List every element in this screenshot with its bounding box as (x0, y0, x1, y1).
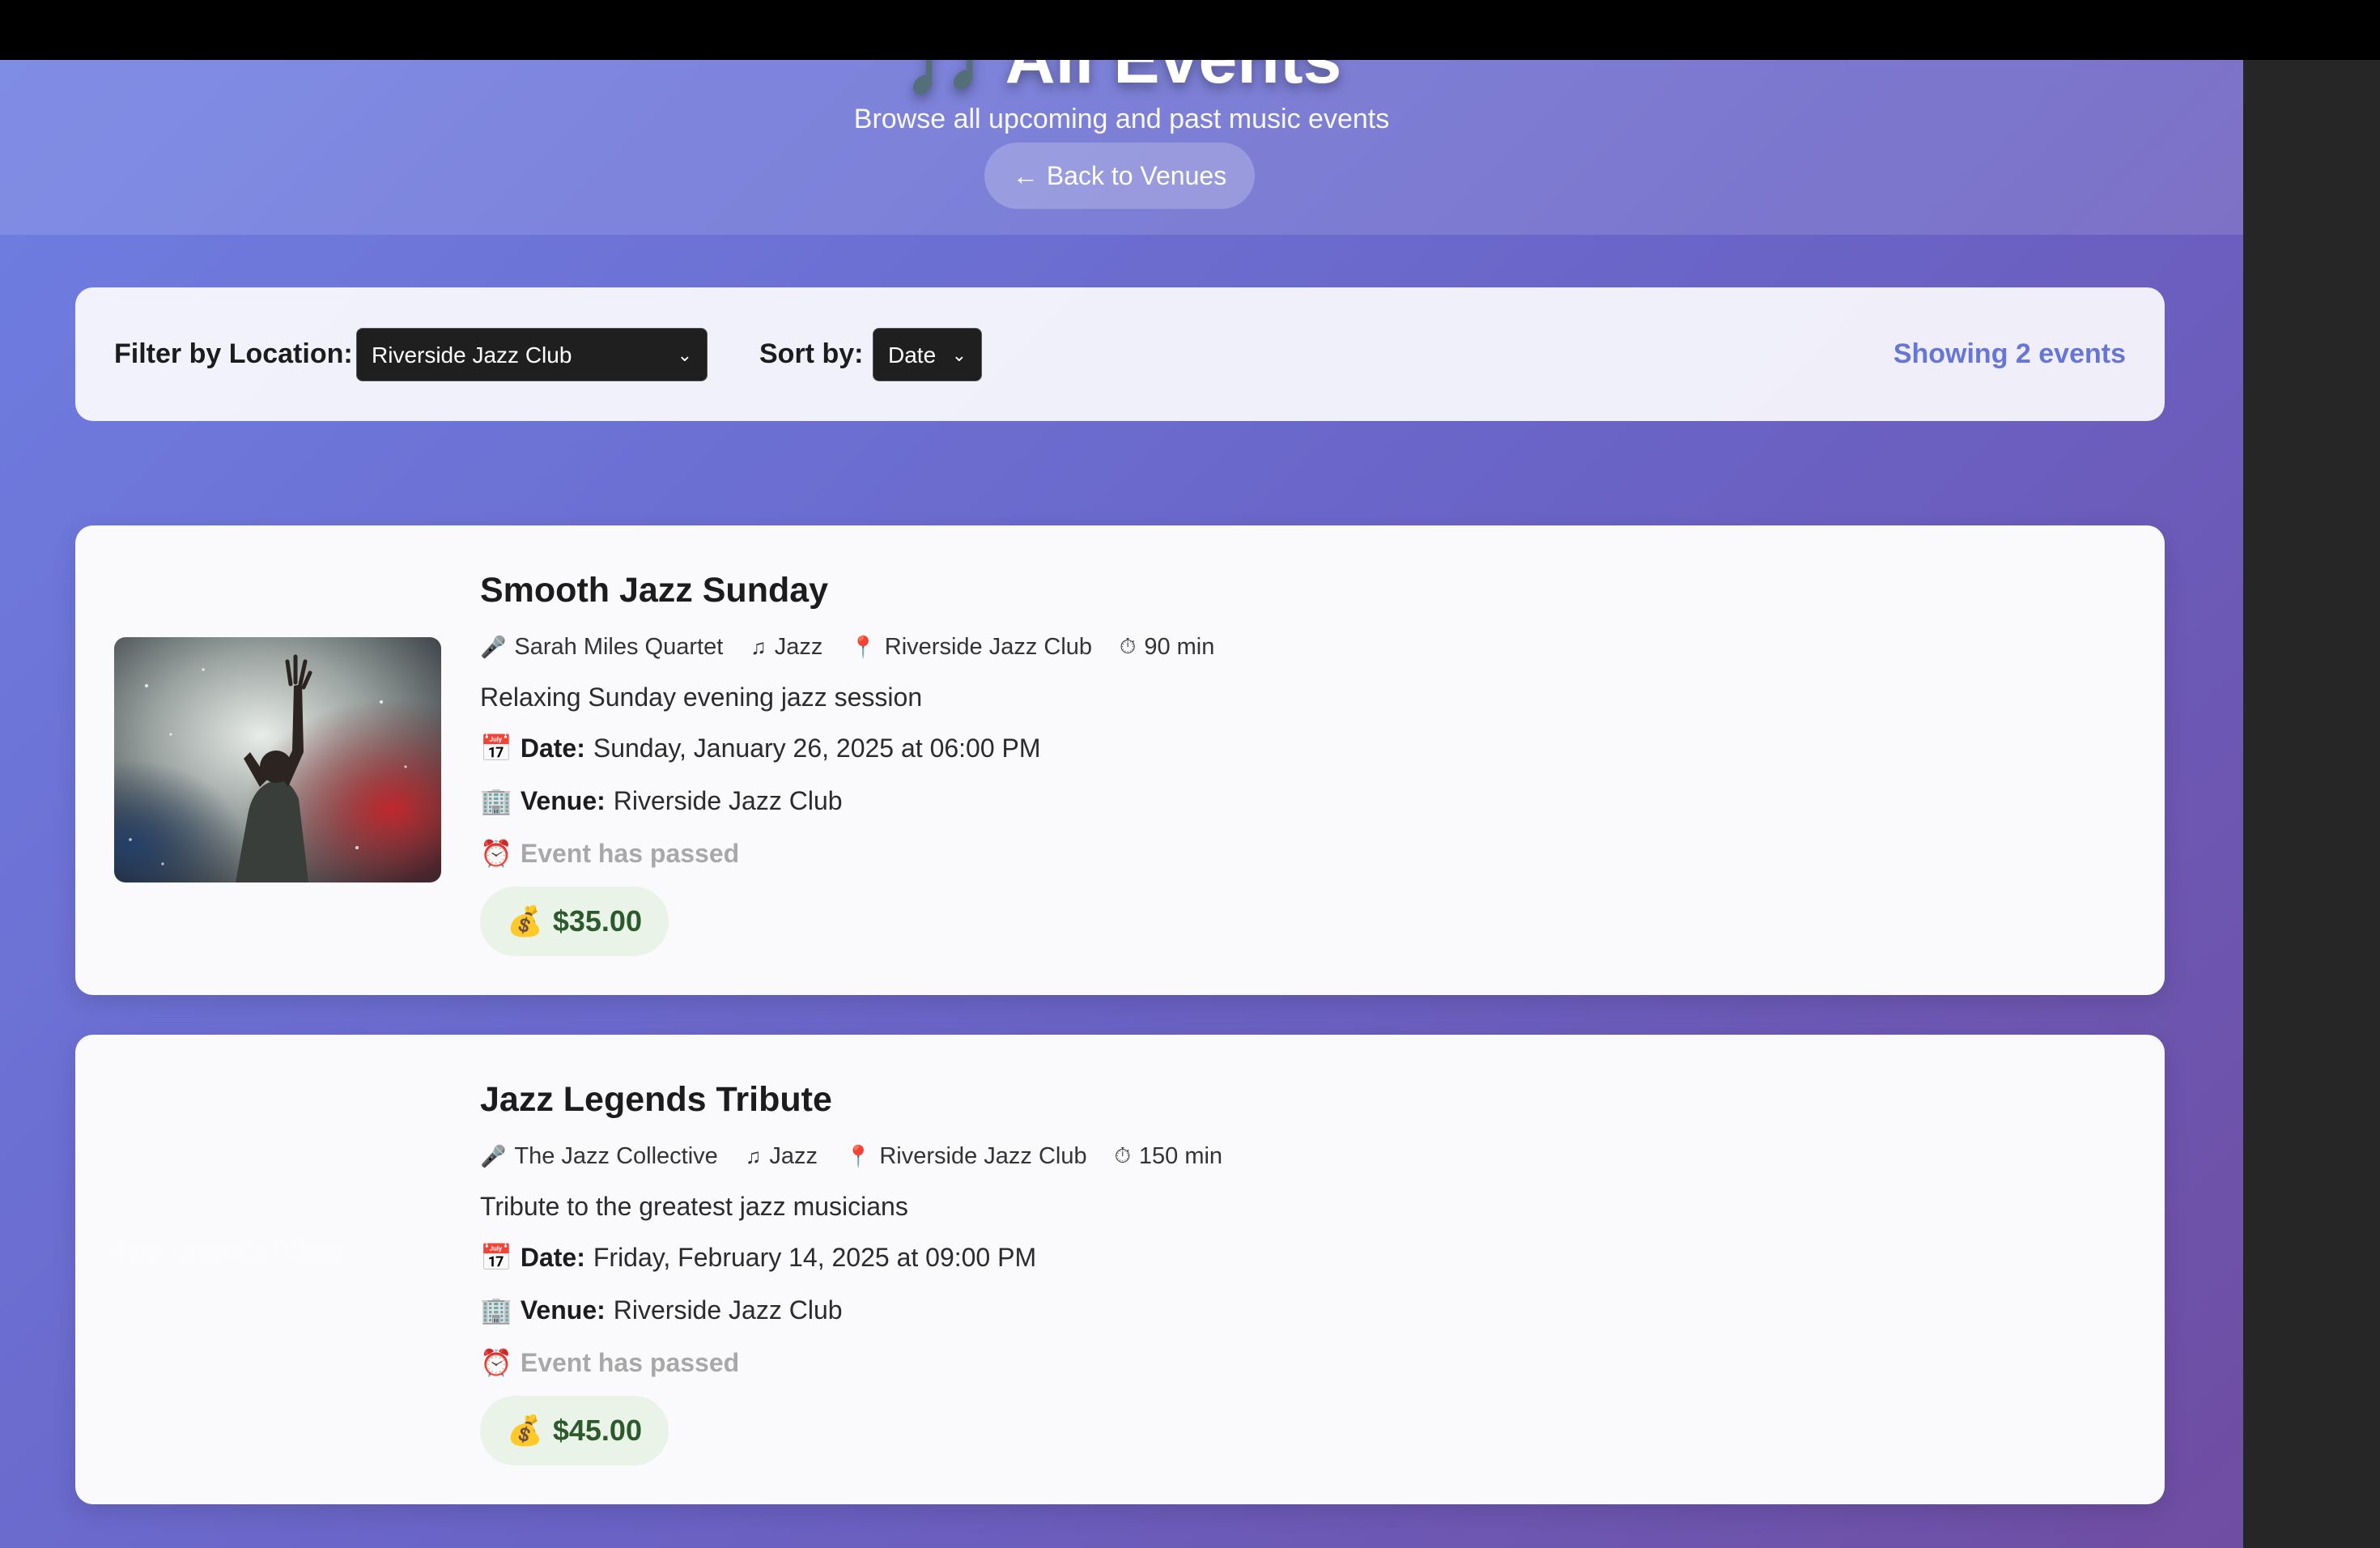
price-badge: 💰 $45.00 (480, 1396, 669, 1465)
stopwatch-icon: ⏱ (1120, 634, 1137, 658)
price-badge: 💰 $35.00 (480, 887, 669, 956)
event-image (114, 637, 441, 882)
back-to-venues-button[interactable]: ← Back to Venues (984, 142, 1255, 209)
price-value: $45.00 (552, 1414, 642, 1447)
back-button-label: Back to Venues (1046, 160, 1227, 190)
duration-value: 90 min (1144, 633, 1215, 660)
music-note-icon: ♫ (750, 634, 767, 659)
location-filter-label: Filter by Location: (114, 338, 353, 369)
location-name: Riverside Jazz Club (884, 633, 1093, 660)
money-bag-icon: 💰 (507, 1414, 543, 1447)
price-value: $35.00 (552, 904, 642, 938)
event-venue: 🏢 Venue: Riverside Jazz Club (480, 785, 843, 816)
genre-name: Jazz (774, 633, 823, 660)
date-label: Date: (520, 733, 585, 763)
date-value: Sunday, January 26, 2025 at 06:00 PM (593, 733, 1041, 763)
date-value: Friday, February 14, 2025 at 09:00 PM (593, 1242, 1037, 1272)
artist-name: Sarah Miles Quartet (514, 633, 724, 660)
chevron-down-icon: ⌄ (951, 345, 967, 365)
event-artist: 🎤 Sarah Miles Quartet (480, 634, 723, 661)
building-icon: 🏢 (480, 786, 512, 815)
pin-icon: 📍 (850, 634, 877, 659)
pin-icon: 📍 (844, 1143, 872, 1168)
status-text: Event has passed (520, 838, 740, 868)
sort-select-value: Date (888, 342, 937, 368)
date-label: Date: (520, 1242, 585, 1272)
building-icon: 🏢 (480, 1295, 512, 1325)
calendar-icon: 📅 (480, 734, 512, 763)
sort-select[interactable]: Date ⌄ (873, 328, 982, 381)
money-bag-icon: 💰 (507, 904, 543, 938)
alarm-clock-icon: ⏰ (480, 839, 512, 868)
event-image (114, 1146, 441, 1392)
event-date: 📅 Date: Sunday, January 26, 2025 at 06:0… (480, 733, 1041, 763)
concert-photo (114, 637, 441, 882)
venue-label: Venue: (520, 785, 606, 815)
microphone-icon: 🎤 (480, 1143, 507, 1168)
event-description: Tribute to the greatest jazz musicians (480, 1192, 908, 1221)
status-text: Event has passed (520, 1347, 740, 1377)
event-meta: 🎤 Sarah Miles Quartet ♫ Jazz 📍 Riverside… (480, 631, 1214, 663)
genre-name: Jazz (769, 1142, 818, 1169)
event-genre: ♫ Jazz (750, 634, 822, 661)
event-image-alt: Jazz Legends Tribute (114, 1237, 346, 1264)
event-card[interactable]: Smooth Jazz Sunday 🎤 Sarah Miles Quartet… (75, 525, 2165, 995)
event-title[interactable]: Jazz Legends Tribute (480, 1080, 832, 1120)
event-status: ⏰ Event has passed (480, 1347, 739, 1378)
page-subtitle: Browse all upcoming and past music event… (853, 104, 1390, 134)
event-location: 📍 Riverside Jazz Club (850, 634, 1092, 661)
alarm-clock-icon: ⏰ (480, 1348, 512, 1377)
sort-label: Sort by: (759, 338, 864, 369)
stopwatch-icon: ⏱ (1114, 1143, 1131, 1167)
event-meta: 🎤 The Jazz Collective ♫ Jazz 📍 Riverside… (480, 1140, 1222, 1172)
venue-value: Riverside Jazz Club (613, 1295, 843, 1325)
filter-bar: Filter by Location: Riverside Jazz Club … (75, 287, 2165, 421)
event-duration: ⏱ 150 min (1115, 1143, 1222, 1170)
artist-name: The Jazz Collective (514, 1142, 718, 1169)
browser-top-bar (0, 0, 2380, 60)
event-count: Showing 2 events (1893, 338, 2126, 369)
microphone-icon: 🎤 (480, 634, 507, 659)
calendar-icon: 📅 (480, 1243, 512, 1272)
event-card[interactable]: Jazz Legends Tribute Jazz Legends Tribut… (75, 1035, 2165, 1504)
location-select-value: Riverside Jazz Club (372, 342, 572, 368)
venue-label: Venue: (520, 1295, 606, 1325)
venue-value: Riverside Jazz Club (613, 785, 843, 815)
event-title[interactable]: Smooth Jazz Sunday (480, 571, 828, 610)
event-location: 📍 Riverside Jazz Club (845, 1143, 1087, 1170)
chevron-down-icon: ⌄ (677, 345, 692, 365)
location-name: Riverside Jazz Club (879, 1142, 1087, 1169)
duration-value: 150 min (1138, 1142, 1223, 1169)
music-note-icon: ♫ (745, 1143, 762, 1168)
page-viewport: 🎵 All Events Browse all upcoming and pas… (0, 0, 2243, 1548)
event-artist: 🎤 The Jazz Collective (480, 1143, 718, 1170)
event-venue: 🏢 Venue: Riverside Jazz Club (480, 1295, 843, 1325)
event-date: 📅 Date: Friday, February 14, 2025 at 09:… (480, 1242, 1036, 1273)
arrow-left-icon: ← (1012, 160, 1039, 190)
event-genre: ♫ Jazz (746, 1143, 818, 1170)
location-select[interactable]: Riverside Jazz Club ⌄ (356, 328, 708, 381)
event-status: ⏰ Event has passed (480, 838, 739, 869)
event-duration: ⏱ 90 min (1120, 634, 1214, 661)
event-description: Relaxing Sunday evening jazz session (480, 683, 923, 712)
